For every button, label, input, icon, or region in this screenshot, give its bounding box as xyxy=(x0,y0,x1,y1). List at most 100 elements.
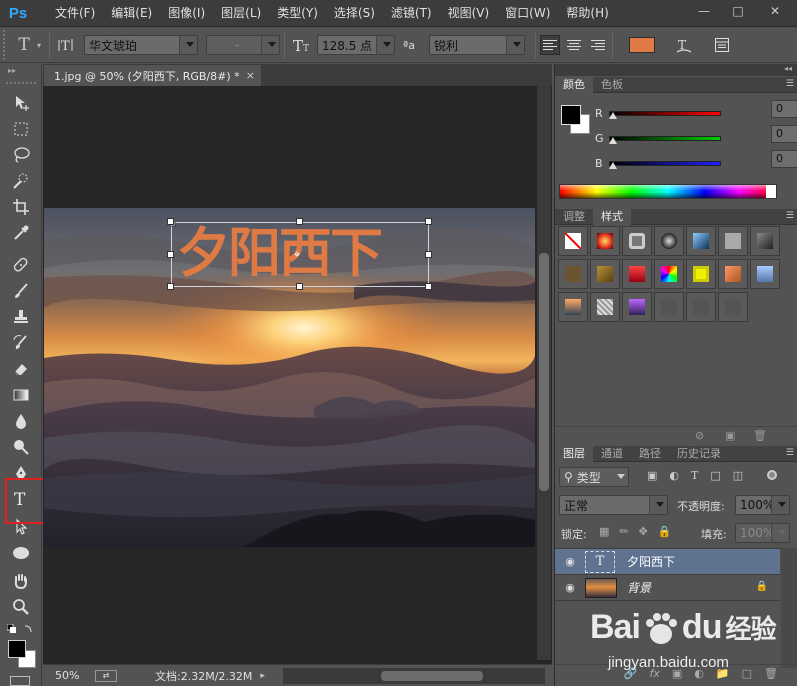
slider-thumb[interactable] xyxy=(609,162,617,169)
style-swatch-gray[interactable] xyxy=(718,226,748,256)
slider-thumb[interactable] xyxy=(609,112,617,119)
filter-adjustment-icon[interactable]: ◐ xyxy=(669,469,679,482)
text-layer-bounding-box[interactable]: 夕阳西下 ⌖ xyxy=(167,218,432,290)
close-tab-icon[interactable]: × xyxy=(246,69,255,82)
align-center-button[interactable] xyxy=(564,35,584,55)
transform-handle[interactable] xyxy=(167,218,174,225)
close-icon[interactable]: ✕ xyxy=(755,0,795,22)
layer-name[interactable]: 背景 xyxy=(627,579,651,596)
style-swatch-pattern[interactable] xyxy=(590,292,620,322)
align-right-button[interactable] xyxy=(588,35,608,55)
preset-dropdown-arrow-icon[interactable]: ▾ xyxy=(37,41,41,50)
style-swatch-frame[interactable] xyxy=(622,226,652,256)
text-tool-preset-icon[interactable]: T xyxy=(11,33,37,57)
panel-menu-icon[interactable]: ☰ xyxy=(786,448,794,458)
gradient-tool-icon[interactable] xyxy=(7,384,35,406)
tab-history[interactable]: 历史记录 xyxy=(669,446,729,462)
clone-stamp-tool-icon[interactable] xyxy=(7,306,35,328)
red-value-input[interactable]: 0 xyxy=(771,100,797,118)
fill-input[interactable]: 100% xyxy=(735,523,790,543)
style-swatch-dark-bevel[interactable] xyxy=(750,226,780,256)
filter-type-icon[interactable]: T xyxy=(691,469,698,482)
quick-selection-tool-icon[interactable] xyxy=(7,170,35,192)
tab-channels[interactable]: 通道 xyxy=(593,446,631,462)
character-panel-icon[interactable] xyxy=(709,33,735,57)
new-style-icon[interactable]: ▣ xyxy=(725,429,735,442)
visibility-eye-icon[interactable]: ◉ xyxy=(555,555,585,568)
tab-color[interactable]: 颜色 xyxy=(555,76,593,93)
blur-tool-icon[interactable] xyxy=(7,410,35,432)
zoom-tool-icon[interactable] xyxy=(7,596,35,618)
lasso-tool-icon[interactable] xyxy=(7,144,35,166)
menu-item[interactable]: 文件(F) xyxy=(47,0,103,27)
font-style-select[interactable]: - xyxy=(206,35,281,55)
style-swatch-red-glow[interactable] xyxy=(590,226,620,256)
style-swatch-red[interactable] xyxy=(622,259,652,289)
tab-paths[interactable]: 路径 xyxy=(631,446,669,462)
menu-item[interactable]: 视图(V) xyxy=(440,0,498,27)
layer-row-text[interactable]: ◉ T 夕阳西下 xyxy=(555,549,780,575)
ellipse-tool-icon[interactable] xyxy=(7,542,35,564)
text-orientation-icon[interactable]: T xyxy=(54,33,78,57)
style-swatch-none[interactable] xyxy=(558,226,588,256)
brush-tool-icon[interactable] xyxy=(7,280,35,302)
filter-shape-icon[interactable]: □ xyxy=(710,469,720,482)
layer-name[interactable]: 夕阳西下 xyxy=(627,553,675,570)
style-swatch-purple[interactable] xyxy=(622,292,652,322)
horizontal-scrollbar[interactable] xyxy=(283,668,545,684)
red-slider-track[interactable] xyxy=(609,111,721,116)
dock-collapse-icon[interactable]: ◂◂ xyxy=(784,64,792,73)
quick-mask-icon[interactable] xyxy=(10,676,30,686)
canvas-image[interactable]: 夕阳西下 ⌖ xyxy=(44,208,535,547)
tab-swatches[interactable]: 色板 xyxy=(593,77,631,93)
filter-smart-object-icon[interactable]: ◫ xyxy=(733,469,743,482)
transform-handle[interactable] xyxy=(167,283,174,290)
menu-item[interactable]: 滤镜(T) xyxy=(383,0,440,27)
lock-pixels-icon[interactable]: ✏ xyxy=(619,525,628,538)
move-tool-icon[interactable] xyxy=(7,92,35,114)
menu-item[interactable]: 类型(Y) xyxy=(269,0,326,27)
hand-tool-icon[interactable] xyxy=(7,570,35,592)
export-icon[interactable]: ⇄ xyxy=(95,669,117,682)
delete-style-icon[interactable]: 🗑 xyxy=(753,429,767,442)
color-foreground-swatch[interactable] xyxy=(561,105,581,125)
default-colors-icon[interactable] xyxy=(6,623,32,633)
lock-position-icon[interactable]: ✥ xyxy=(639,525,648,538)
vertical-scroll-thumb[interactable] xyxy=(539,253,549,491)
style-swatch-blue-glass[interactable] xyxy=(686,226,716,256)
font-size-select[interactable]: 128.5 点 xyxy=(317,35,396,55)
tab-adjustments[interactable]: 调整 xyxy=(555,209,593,225)
blue-slider-track[interactable] xyxy=(609,161,721,166)
panel-menu-icon[interactable]: ☰ xyxy=(786,79,794,89)
filter-toggle[interactable] xyxy=(767,470,777,480)
menu-item[interactable]: 图像(I) xyxy=(160,0,213,27)
style-swatch-yellow[interactable] xyxy=(686,259,716,289)
eraser-tool-icon[interactable] xyxy=(7,358,35,380)
menu-item[interactable]: 窗口(W) xyxy=(497,0,558,27)
style-swatch-dark2[interactable] xyxy=(686,292,716,322)
transform-handle[interactable] xyxy=(167,251,174,258)
menu-item[interactable]: 编辑(E) xyxy=(103,0,160,27)
slider-thumb[interactable] xyxy=(609,137,617,144)
align-left-button[interactable] xyxy=(540,35,561,55)
menu-item[interactable]: 选择(S) xyxy=(326,0,383,27)
font-family-select[interactable]: 华文琥珀 xyxy=(84,35,199,55)
dodge-tool-icon[interactable] xyxy=(7,436,35,458)
lock-all-icon[interactable]: 🔒 xyxy=(658,525,672,538)
opacity-input[interactable]: 100% xyxy=(735,495,790,515)
panel-menu-icon[interactable]: ☰ xyxy=(786,211,794,221)
marquee-tool-icon[interactable] xyxy=(7,118,35,140)
menu-item[interactable]: 图层(L) xyxy=(213,0,269,27)
lock-transparent-icon[interactable]: ▦ xyxy=(599,525,609,538)
menu-item[interactable]: 帮助(H) xyxy=(558,0,616,27)
horizontal-scroll-thumb[interactable] xyxy=(381,671,483,681)
green-value-input[interactable]: 0 xyxy=(771,125,797,143)
blend-mode-select[interactable]: 正常 xyxy=(559,495,668,515)
history-brush-tool-icon[interactable] xyxy=(7,332,35,354)
tab-styles[interactable]: 样式 xyxy=(593,208,631,225)
style-swatch-chrome[interactable] xyxy=(654,226,684,256)
antialias-select[interactable]: 锐利 xyxy=(429,35,526,55)
toolbar-collapse-icon[interactable]: ▸▸ xyxy=(8,66,16,75)
filter-pixel-icon[interactable]: ▣ xyxy=(647,469,657,482)
layer-filter-select[interactable]: ⚲ 类型 xyxy=(559,467,629,487)
